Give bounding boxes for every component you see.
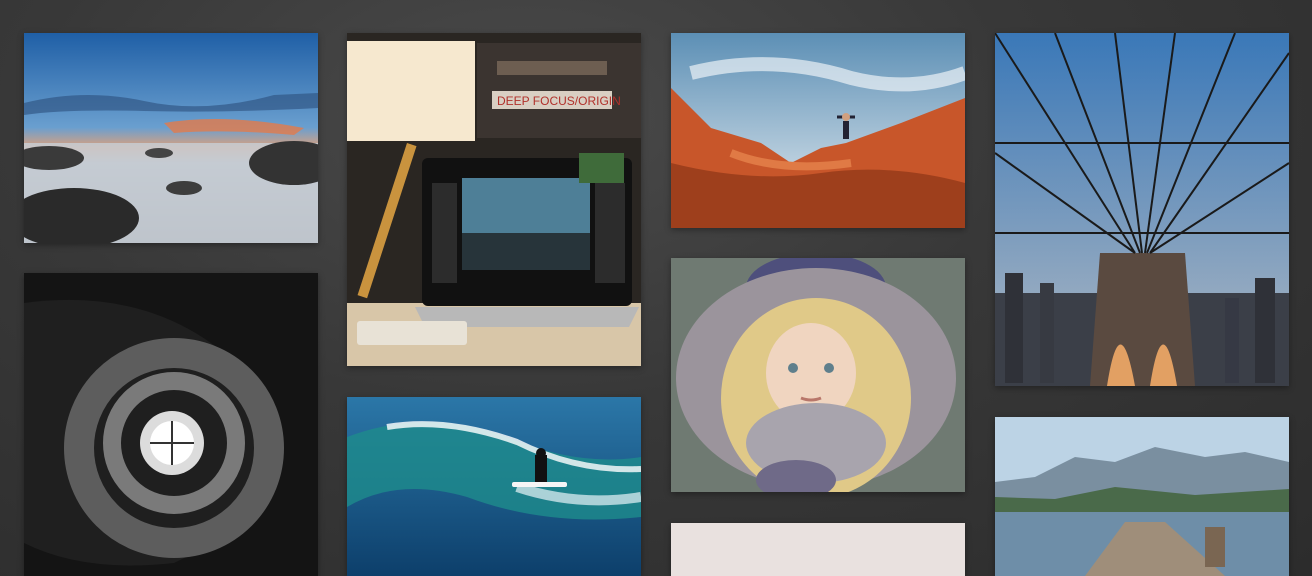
photo-laptop-desk[interactable]: DEEP FOCUS/ORIGIN [347, 33, 641, 366]
photo-brooklyn-bridge[interactable] [995, 33, 1289, 386]
photo-seascape-rocks[interactable] [24, 33, 318, 243]
photo-hiker-red-rocks[interactable] [671, 33, 965, 228]
photo-girl-fur-hood[interactable] [671, 258, 965, 492]
photo-pale-blank[interactable] [671, 523, 965, 576]
photo-gallery: DEEP FOCUS/ORIGIN [0, 0, 1312, 576]
book-spine-label: DEEP FOCUS/ORIGIN [497, 94, 621, 108]
photo-surfer-wave[interactable] [347, 397, 641, 576]
photo-lake-dock[interactable] [995, 417, 1289, 576]
photo-spiral-staircase[interactable] [24, 273, 318, 576]
